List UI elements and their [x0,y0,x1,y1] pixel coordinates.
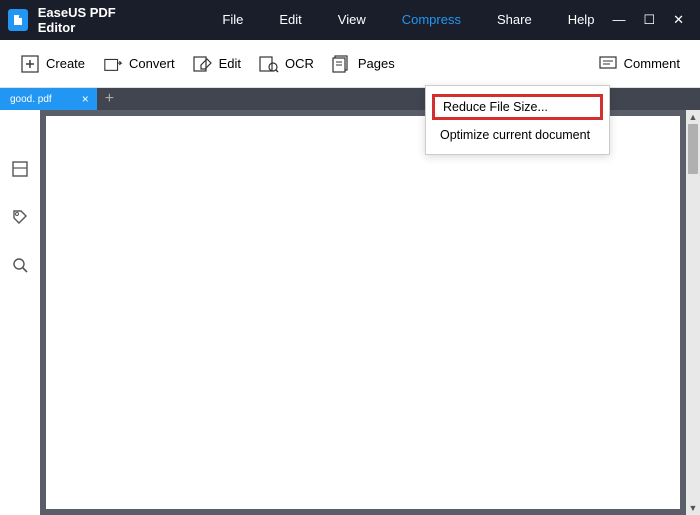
menu-edit[interactable]: Edit [261,0,319,40]
document-canvas[interactable] [46,116,680,509]
pages-button[interactable]: Pages [332,54,395,74]
menu-help[interactable]: Help [550,0,613,40]
tag-icon[interactable] [11,208,29,226]
comment-label: Comment [624,56,680,71]
canvas-area [40,110,686,515]
menu-view[interactable]: View [320,0,384,40]
menu-bar: File Edit View Compress Share Help [204,0,612,40]
comment-button[interactable]: Comment [598,54,680,74]
scroll-down-icon[interactable]: ▼ [686,501,700,515]
convert-label: Convert [129,56,175,71]
pencil-icon [193,54,213,74]
thumbnails-icon[interactable] [11,160,29,178]
ocr-icon [259,54,279,74]
vertical-scrollbar[interactable]: ▲ ▼ [686,110,700,515]
new-tab-button[interactable]: + [105,90,114,108]
edit-button[interactable]: Edit [193,54,241,74]
window-controls: — ☐ ✕ [612,12,692,28]
toolbar: Create Convert Edit OCR Pages Comment Re… [0,40,700,88]
titlebar: EaseUS PDF Editor File Edit View Compres… [0,0,700,40]
left-sidebar [0,110,40,515]
pages-icon [332,54,352,74]
create-label: Create [46,56,85,71]
minimize-icon[interactable]: — [612,12,625,28]
app-title: EaseUS PDF Editor [38,5,145,35]
comment-icon [598,54,618,74]
scroll-thumb[interactable] [688,124,698,174]
compress-dropdown: Reduce File Size... Optimize current doc… [425,85,610,155]
file-tab[interactable]: good. pdf × [0,88,97,110]
pages-label: Pages [358,56,395,71]
close-icon[interactable]: ✕ [673,12,684,28]
edit-label: Edit [219,56,241,71]
create-button[interactable]: Create [20,54,85,74]
menu-file[interactable]: File [204,0,261,40]
menu-share[interactable]: Share [479,0,550,40]
file-tab-label: good. pdf [10,94,52,105]
scroll-up-icon[interactable]: ▲ [686,110,700,124]
plus-icon [20,54,40,74]
reduce-file-size-item[interactable]: Reduce File Size... [432,94,603,120]
search-icon[interactable] [11,256,29,274]
convert-button[interactable]: Convert [103,54,175,74]
menu-compress[interactable]: Compress [384,0,479,40]
optimize-document-item[interactable]: Optimize current document [426,122,609,148]
ocr-label: OCR [285,56,314,71]
maximize-icon[interactable]: ☐ [643,12,655,28]
tab-close-icon[interactable]: × [82,92,89,106]
convert-icon [103,54,123,74]
app-logo-icon [8,9,28,31]
workspace: ▲ ▼ [0,110,700,515]
ocr-button[interactable]: OCR [259,54,314,74]
